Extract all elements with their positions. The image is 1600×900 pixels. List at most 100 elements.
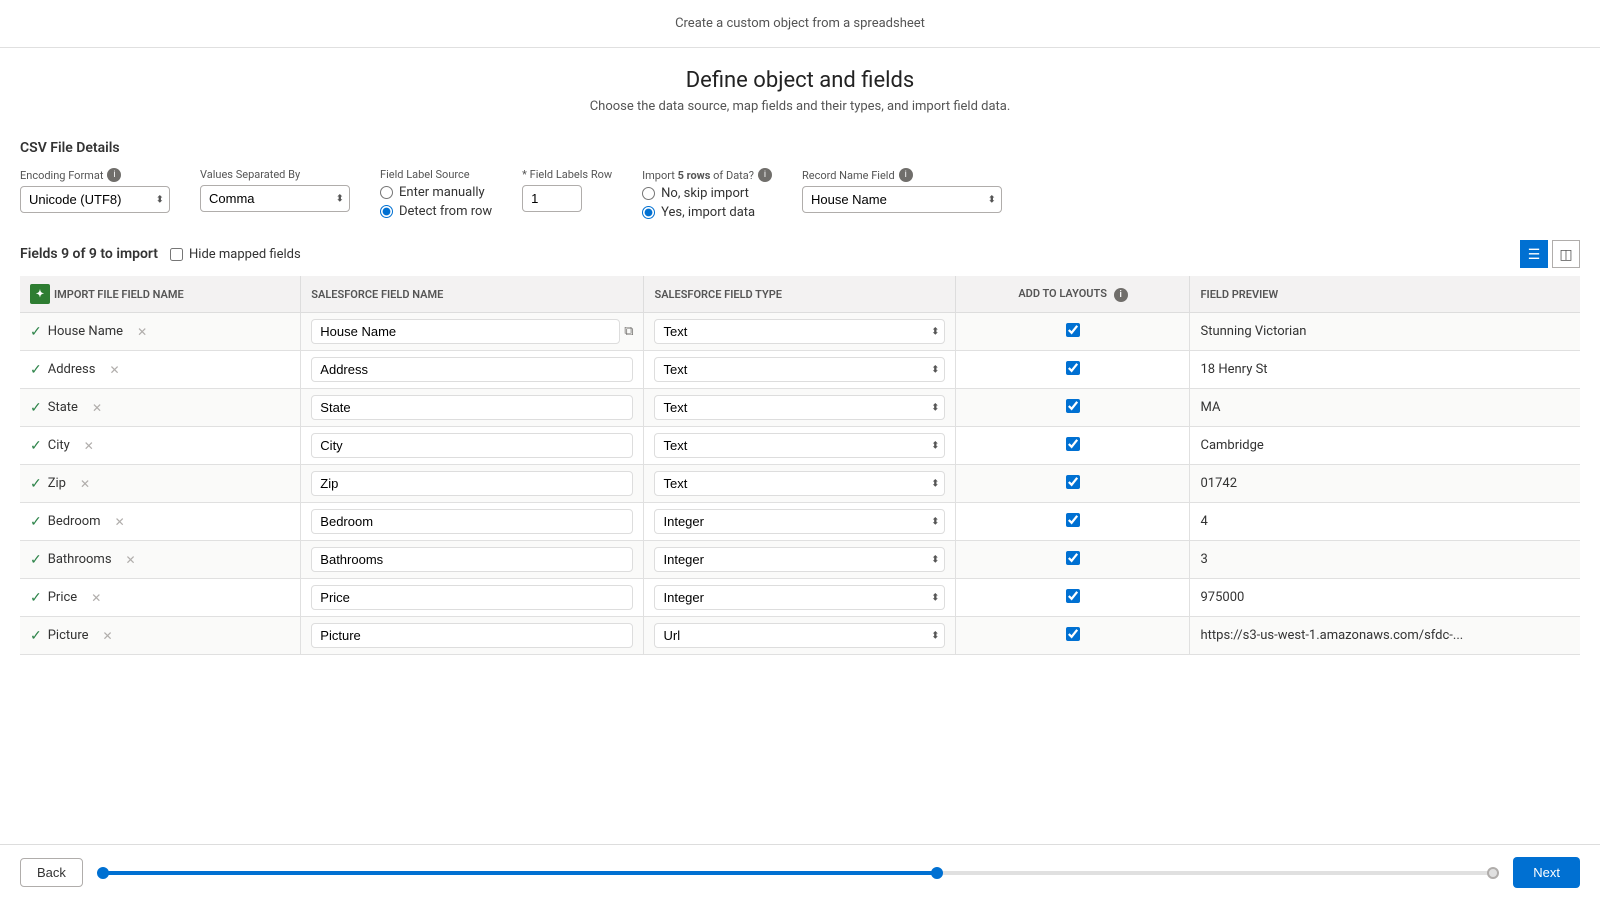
- back-button[interactable]: Back: [20, 858, 83, 887]
- radio-enter-manually-input[interactable]: [380, 186, 393, 199]
- values-separated-select[interactable]: Comma Semicolon Tab: [200, 185, 350, 212]
- sf-field-type-select[interactable]: TextIntegerUrlDateCheckboxCurrencyNumber…: [654, 433, 945, 458]
- add-to-layouts-checkbox[interactable]: [1066, 399, 1080, 413]
- list-view-button[interactable]: ☰: [1520, 240, 1548, 268]
- sf-field-type-select[interactable]: TextIntegerUrlDateCheckboxCurrencyNumber…: [654, 547, 945, 572]
- sf-field-type-select[interactable]: TextIntegerUrlDateCheckboxCurrencyNumber…: [654, 585, 945, 610]
- sf-field-name-input[interactable]: [311, 623, 633, 648]
- radio-detect-from-row-input[interactable]: [380, 205, 393, 218]
- main-content: CSV File Details Encoding Format i Unico…: [0, 140, 1600, 715]
- encoding-format-select[interactable]: Unicode (UTF8) UTF-16 ASCII: [20, 186, 170, 213]
- import-field-name: City: [48, 438, 70, 453]
- wizard-title: Create a custom object from a spreadshee…: [0, 0, 1600, 48]
- remove-field-icon[interactable]: ✕: [91, 591, 101, 605]
- field-labels-row-input[interactable]: [522, 185, 582, 212]
- values-separated-label: Values Separated By: [200, 168, 350, 181]
- fields-table-container: ✦ IMPORT FILE FIELD NAME SALESFORCE FIEL…: [20, 276, 1580, 655]
- sf-field-name-input[interactable]: [311, 509, 633, 534]
- import-rows-label: Import 5 rows of Data? i: [642, 168, 772, 182]
- sf-field-name-input[interactable]: [311, 471, 633, 496]
- sf-field-name-input[interactable]: [311, 395, 633, 420]
- radio-no-skip[interactable]: No, skip import: [642, 186, 772, 201]
- radio-yes-import-input[interactable]: [642, 206, 655, 219]
- add-to-layouts-cell: [956, 427, 1190, 465]
- radio-detect-from-row[interactable]: Detect from row: [380, 204, 492, 219]
- sf-field-type-cell: TextIntegerUrlDateCheckboxCurrencyNumber…: [644, 579, 956, 617]
- field-preview-text: 3: [1200, 552, 1207, 567]
- sf-field-type-select[interactable]: TextIntegerUrlDateCheckboxCurrencyNumber…: [654, 471, 945, 496]
- sf-field-type-cell: TextIntegerUrlDateCheckboxCurrencyNumber…: [644, 313, 956, 351]
- sf-field-name-input[interactable]: [311, 547, 633, 572]
- grid-view-button[interactable]: ◫: [1552, 240, 1580, 268]
- import-field-name: Address: [48, 362, 96, 377]
- field-preview-text: MA: [1200, 400, 1220, 415]
- sf-field-name-input[interactable]: [311, 585, 633, 610]
- sf-field-type-cell: TextIntegerUrlDateCheckboxCurrencyNumber…: [644, 503, 956, 541]
- table-row: ✓ Bedroom ✕ TextIntegerUrlDateCheckboxCu…: [20, 503, 1580, 541]
- add-to-layouts-cell: [956, 579, 1190, 617]
- hide-mapped-label[interactable]: Hide mapped fields: [170, 247, 301, 262]
- sf-field-name-input[interactable]: [311, 319, 620, 344]
- field-preview-text: Cambridge: [1200, 438, 1263, 453]
- record-name-info-icon[interactable]: i: [899, 168, 913, 182]
- check-icon: ✓: [30, 438, 42, 454]
- add-to-layouts-cell: [956, 541, 1190, 579]
- record-name-select[interactable]: House Name Address City: [802, 186, 1002, 213]
- remove-field-icon[interactable]: ✕: [137, 325, 147, 339]
- remove-field-icon[interactable]: ✕: [126, 553, 136, 567]
- field-preview-text: 4: [1200, 514, 1207, 529]
- sf-field-type-cell: TextIntegerUrlDateCheckboxCurrencyNumber…: [644, 617, 956, 655]
- remove-field-icon[interactable]: ✕: [115, 515, 125, 529]
- table-row: ✓ Bathrooms ✕ TextIntegerUrlDateCheckbox…: [20, 541, 1580, 579]
- radio-enter-manually[interactable]: Enter manually: [380, 185, 492, 200]
- sf-field-name-input[interactable]: [311, 433, 633, 458]
- sf-field-type-select[interactable]: TextIntegerUrlDateCheckboxCurrencyNumber…: [654, 509, 945, 534]
- import-rows-group: Import 5 rows of Data? i No, skip import…: [642, 168, 772, 220]
- sf-field-type-select[interactable]: TextIntegerUrlDateCheckboxCurrencyNumber…: [654, 357, 945, 382]
- add-to-layouts-checkbox[interactable]: [1066, 361, 1080, 375]
- import-field-name: House Name: [48, 324, 123, 339]
- import-field-name: State: [48, 400, 78, 415]
- values-separated-group: Values Separated By Comma Semicolon Tab …: [200, 168, 350, 212]
- record-name-select-wrapper: House Name Address City ⬍: [802, 186, 1002, 213]
- radio-no-skip-input[interactable]: [642, 187, 655, 200]
- next-button[interactable]: Next: [1513, 857, 1580, 888]
- add-to-layouts-checkbox[interactable]: [1066, 627, 1080, 641]
- add-to-layouts-checkbox[interactable]: [1066, 475, 1080, 489]
- import-rows-info-icon[interactable]: i: [758, 168, 772, 182]
- import-field-name-cell: ✓ City ✕: [20, 427, 301, 465]
- sf-field-type-select[interactable]: TextIntegerUrlDateCheckboxCurrencyNumber…: [654, 623, 945, 648]
- remove-field-icon[interactable]: ✕: [109, 363, 119, 377]
- field-preview-cell: 975000: [1190, 579, 1580, 617]
- add-to-layouts-checkbox[interactable]: [1066, 551, 1080, 565]
- sf-field-type-cell: TextIntegerUrlDateCheckboxCurrencyNumber…: [644, 541, 956, 579]
- add-to-layouts-checkbox[interactable]: [1066, 513, 1080, 527]
- hide-mapped-checkbox[interactable]: [170, 248, 183, 261]
- add-to-layouts-checkbox[interactable]: [1066, 323, 1080, 337]
- add-to-layouts-cell: [956, 503, 1190, 541]
- sf-field-type-select[interactable]: TextIntegerUrlDateCheckboxCurrencyNumber…: [654, 395, 945, 420]
- sf-field-name-input[interactable]: [311, 357, 633, 382]
- radio-yes-import[interactable]: Yes, import data: [642, 205, 772, 220]
- remove-field-icon[interactable]: ✕: [103, 629, 113, 643]
- remove-field-icon[interactable]: ✕: [84, 439, 94, 453]
- sf-field-name-cell: [301, 541, 644, 579]
- progress-bar: [103, 871, 1493, 875]
- th-import-file-field-name: ✦ IMPORT FILE FIELD NAME: [20, 276, 301, 313]
- sf-field-type-select[interactable]: TextIntegerUrlDateCheckboxCurrencyNumber…: [654, 319, 945, 344]
- copy-icon[interactable]: ⧉: [624, 324, 633, 339]
- remove-field-icon[interactable]: ✕: [80, 477, 90, 491]
- remove-field-icon[interactable]: ✕: [92, 401, 102, 415]
- th-add-to-layouts: ADD TO LAYOUTS i: [956, 276, 1190, 313]
- check-icon: ✓: [30, 628, 42, 644]
- field-preview-cell: 18 Henry St: [1190, 351, 1580, 389]
- add-to-layouts-checkbox[interactable]: [1066, 589, 1080, 603]
- import-field-name: Zip: [48, 476, 66, 491]
- page-subtitle: Choose the data source, map fields and t…: [0, 99, 1600, 114]
- check-icon: ✓: [30, 362, 42, 378]
- add-to-layouts-checkbox[interactable]: [1066, 437, 1080, 451]
- progress-dot-end: [1487, 867, 1499, 879]
- field-preview-cell: 3: [1190, 541, 1580, 579]
- encoding-info-icon[interactable]: i: [107, 168, 121, 182]
- add-to-layouts-info-icon[interactable]: i: [1114, 288, 1128, 302]
